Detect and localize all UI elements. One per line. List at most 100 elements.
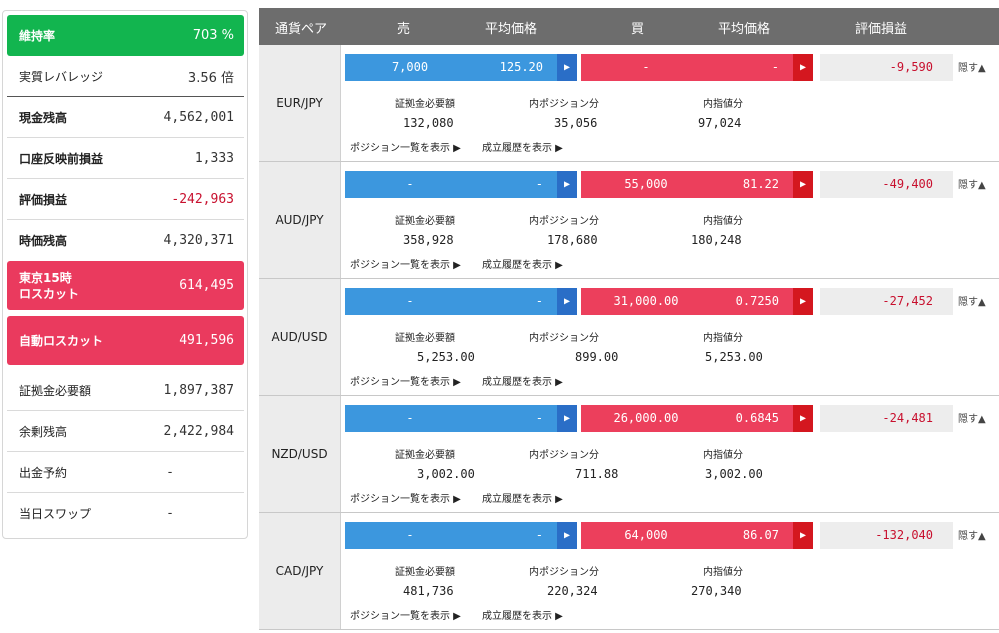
surplus-balance-value: 2,422,984	[163, 423, 234, 439]
buy-expand-arrow-icon[interactable]: ▶	[793, 288, 813, 315]
buy-order-button[interactable]: 55,000 81.22 ▶	[581, 171, 813, 198]
in-limit-label: 内指値分	[703, 216, 743, 227]
maintenance-rate-value: 703 %	[192, 28, 234, 43]
show-positions-link[interactable]: ポジション一覧を表示 ▶	[350, 607, 461, 622]
sell-average-price: -	[535, 528, 543, 542]
sell-order-button[interactable]: - - ▶	[345, 405, 577, 432]
pair-label: AUD/JPY	[259, 162, 340, 278]
buy-order-button[interactable]: 64,000 86.07 ▶	[581, 522, 813, 549]
buy-quantity: 31,000.00	[613, 294, 679, 308]
sell-quantity: -	[406, 177, 414, 191]
in-limit-value: 180,248	[691, 233, 742, 247]
buy-expand-arrow-icon[interactable]: ▶	[793, 522, 813, 549]
show-history-link[interactable]: 成立履歴を表示 ▶	[482, 139, 563, 154]
show-positions-link[interactable]: ポジション一覧を表示 ▶	[350, 139, 461, 154]
show-history-link[interactable]: 成立履歴を表示 ▶	[482, 607, 563, 622]
buy-order-button[interactable]: - - ▶	[581, 54, 813, 81]
in-position-value: 35,056	[554, 116, 598, 130]
show-history-link[interactable]: 成立履歴を表示 ▶	[482, 373, 563, 388]
cash-balance-value: 4,562,001	[163, 109, 234, 125]
sell-quantity: 7,000	[391, 60, 429, 74]
required-margin-label: 証拠金必要額	[19, 383, 92, 398]
market-value-row: 時価残高 4,320,371	[7, 220, 244, 261]
withdrawal-reservation-row: 出金予約 -	[7, 452, 244, 493]
position-row-eurjpy: EUR/JPY 7,000 125.20 ▶ - - ▶ -9,590 隠す▲ …	[259, 45, 999, 162]
hide-toggle[interactable]: 隠す▲	[958, 527, 986, 542]
sell-expand-arrow-icon[interactable]: ▶	[557, 171, 577, 198]
show-history-link[interactable]: 成立履歴を表示 ▶	[482, 490, 563, 505]
account-summary-panel: 維持率 703 % 実質レバレッジ 3.56 倍 現金残高 4,562,001 …	[2, 10, 248, 539]
header-sell-avg: 平均価格	[485, 22, 538, 37]
position-row-nzdusd: NZD/USD - - ▶ 26,000.00 0.6845 ▶ -24,481…	[259, 396, 999, 513]
cash-balance-row: 現金残高 4,562,001	[7, 97, 244, 138]
tokyo-losscut-row: 東京15時 ロスカット 614,495	[7, 261, 244, 310]
buy-expand-arrow-icon[interactable]: ▶	[793, 54, 813, 81]
margin-label: 証拠金必要額	[395, 99, 455, 110]
column-divider	[340, 162, 341, 278]
in-limit-value: 270,340	[691, 584, 742, 598]
in-position-value: 178,680	[547, 233, 598, 247]
hide-toggle[interactable]: 隠す▲	[958, 176, 986, 191]
hide-toggle[interactable]: 隠す▲	[958, 293, 986, 308]
in-limit-label: 内指値分	[703, 333, 743, 344]
show-history-link[interactable]: 成立履歴を表示 ▶	[482, 256, 563, 271]
buy-average-price: 86.07	[742, 528, 779, 542]
unrealized-pl-value: -132,040	[820, 522, 953, 549]
buy-order-button[interactable]: 26,000.00 0.6845 ▶	[581, 405, 813, 432]
column-divider	[340, 513, 341, 629]
hide-toggle[interactable]: 隠す▲	[958, 59, 986, 74]
show-positions-link[interactable]: ポジション一覧を表示 ▶	[350, 490, 461, 505]
sell-order-button[interactable]: - - ▶	[345, 171, 577, 198]
in-position-label: 内ポジション分	[529, 333, 599, 344]
buy-quantity: 55,000	[624, 177, 668, 191]
daily-swap-value: -	[166, 506, 174, 521]
sell-expand-arrow-icon[interactable]: ▶	[557, 522, 577, 549]
in-position-value: 899.00	[575, 350, 619, 364]
in-limit-value: 97,024	[698, 116, 742, 130]
margin-value: 132,080	[403, 116, 454, 130]
in-limit-label: 内指値分	[703, 450, 743, 461]
sell-expand-arrow-icon[interactable]: ▶	[557, 54, 577, 81]
margin-label: 証拠金必要額	[395, 450, 455, 461]
sell-average-price: -	[535, 294, 543, 308]
buy-average-price: 0.6845	[735, 411, 779, 425]
in-position-label: 内ポジション分	[529, 99, 599, 110]
in-limit-label: 内指値分	[703, 99, 743, 110]
buy-order-button[interactable]: 31,000.00 0.7250 ▶	[581, 288, 813, 315]
buy-quantity: -	[642, 60, 650, 74]
sell-expand-arrow-icon[interactable]: ▶	[557, 288, 577, 315]
pending-pl-row: 口座反映前損益 1,333	[7, 138, 244, 179]
position-row-audusd: AUD/USD - - ▶ 31,000.00 0.7250 ▶ -27,452…	[259, 279, 999, 396]
hide-toggle[interactable]: 隠す▲	[958, 410, 986, 425]
sell-order-button[interactable]: 7,000 125.20 ▶	[345, 54, 577, 81]
sell-order-button[interactable]: - - ▶	[345, 288, 577, 315]
pair-label: EUR/JPY	[259, 45, 340, 161]
buy-expand-arrow-icon[interactable]: ▶	[793, 405, 813, 432]
sell-quantity: -	[406, 294, 414, 308]
in-position-label: 内ポジション分	[529, 450, 599, 461]
unrealized-pl-value: -9,590	[820, 54, 953, 81]
in-position-value: 711.88	[575, 467, 619, 481]
tokyo-losscut-value: 614,495	[179, 278, 234, 293]
header-pl: 評価損益	[855, 22, 908, 37]
margin-value: 5,253.00	[417, 350, 475, 364]
unrealized-pl-value: -27,452	[820, 288, 953, 315]
header-sell: 売	[397, 22, 411, 37]
margin-value: 481,736	[403, 584, 454, 598]
market-value-label: 時価残高	[19, 234, 68, 248]
required-margin-value: 1,897,387	[163, 382, 234, 398]
show-positions-link[interactable]: ポジション一覧を表示 ▶	[350, 373, 461, 388]
leverage-value: 3.56 倍	[187, 70, 234, 86]
auto-losscut-row: 自動ロスカット 491,596	[7, 316, 244, 365]
auto-losscut-label: 自動ロスカット	[19, 333, 104, 348]
in-position-value: 220,324	[547, 584, 598, 598]
buy-expand-arrow-icon[interactable]: ▶	[793, 171, 813, 198]
show-positions-link[interactable]: ポジション一覧を表示 ▶	[350, 256, 461, 271]
sell-expand-arrow-icon[interactable]: ▶	[557, 405, 577, 432]
sell-order-button[interactable]: - - ▶	[345, 522, 577, 549]
sell-quantity: -	[406, 528, 414, 542]
sell-quantity: -	[406, 411, 414, 425]
pair-label: AUD/USD	[259, 279, 340, 395]
header-pair: 通貨ペア	[275, 22, 328, 37]
table-header: 通貨ペア 売 平均価格 買 平均価格 評価損益	[259, 8, 999, 45]
